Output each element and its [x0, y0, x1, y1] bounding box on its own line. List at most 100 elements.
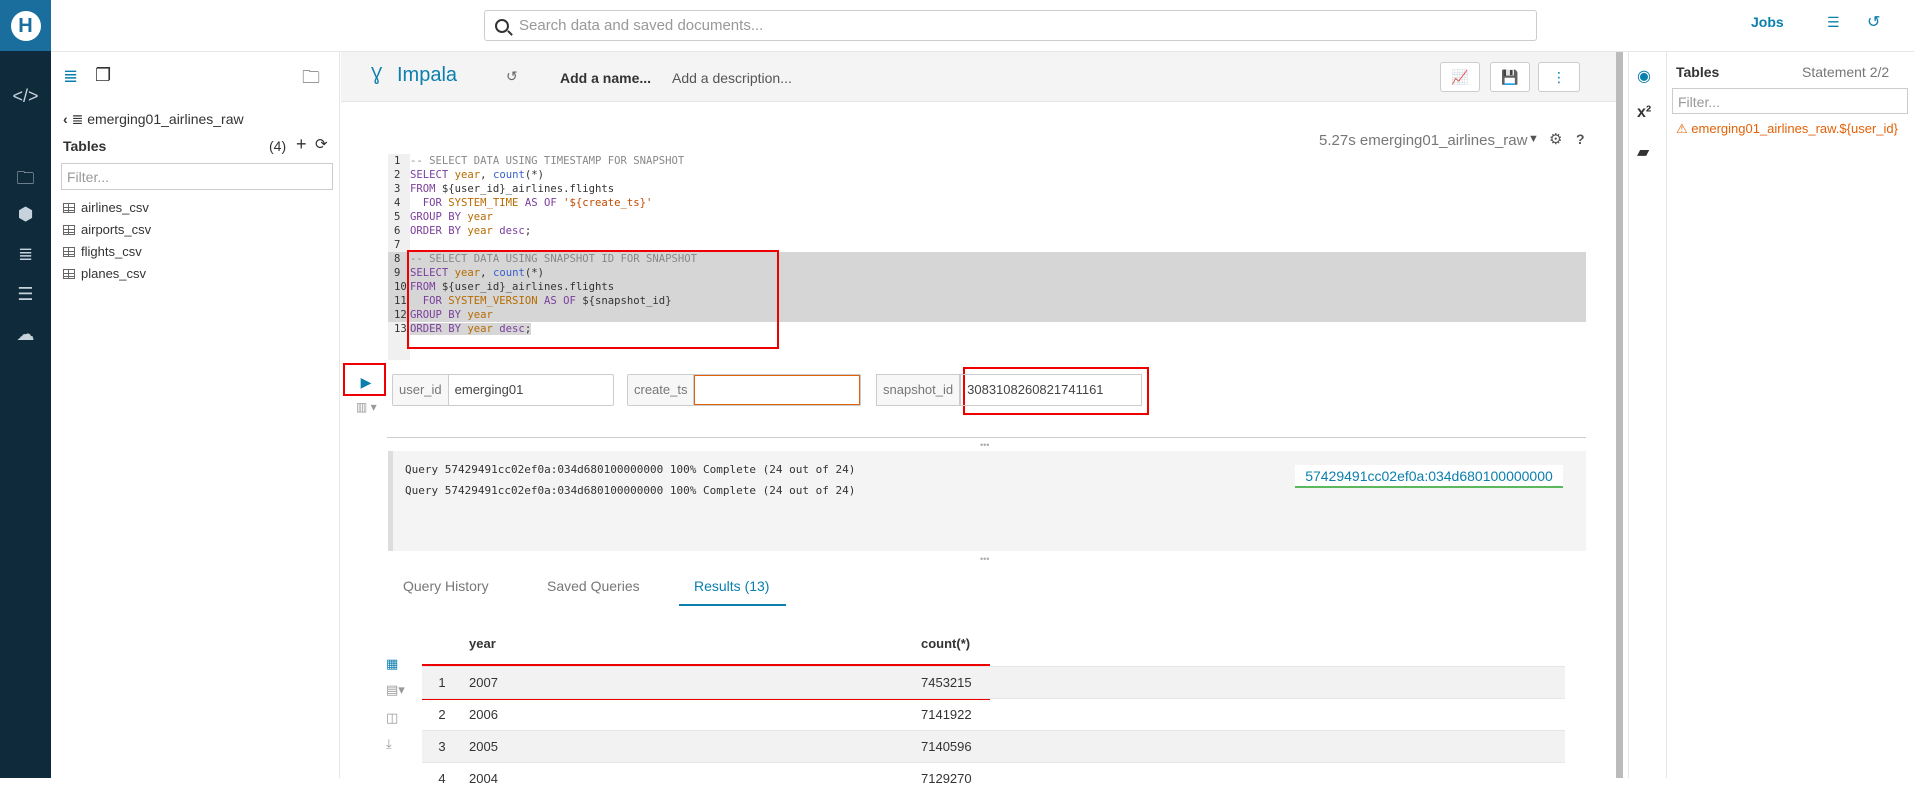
tab-saved-queries[interactable]: Saved Queries — [547, 578, 640, 594]
right-panel-filter-input[interactable]: Filter... — [1672, 88, 1908, 114]
tab-results[interactable]: Results (13) — [694, 578, 769, 594]
query-id-link[interactable]: 57429491cc02ef0a:034d680100000000 — [1295, 465, 1563, 488]
column-header[interactable]: year — [469, 636, 496, 651]
table-name: planes_csv — [81, 266, 147, 281]
highlight-box-snapshot-query — [407, 250, 779, 349]
table-row[interactable]: 1 2007 7453215 — [422, 666, 1565, 698]
search-placeholder: Search data and saved documents... — [519, 17, 764, 34]
active-tab-indicator — [679, 604, 786, 606]
chevron-left-icon[interactable]: ‹ — [63, 111, 68, 127]
warning-text: emerging01_airlines_raw.${user_id} — [1691, 121, 1898, 136]
documents-icon[interactable]: ❐ — [95, 65, 111, 86]
row-index: 4 — [438, 771, 446, 786]
tables-filter-input[interactable]: Filter... — [61, 163, 333, 190]
book-icon[interactable]: ▰ — [1637, 142, 1649, 162]
save-button[interactable]: 💾 — [1490, 62, 1530, 92]
table-item[interactable]: planes_csv — [63, 266, 146, 281]
table-item[interactable]: airlines_csv — [63, 200, 149, 215]
table-icon — [63, 202, 75, 213]
row-index: 1 — [438, 675, 446, 690]
editor-icon[interactable]: </> — [12, 86, 39, 108]
cell-count: 7453215 — [921, 675, 972, 690]
table-name: airports_csv — [81, 222, 152, 237]
code-line: 1 -- SELECT DATA USING TIMESTAMP FOR SNAP… — [394, 155, 685, 167]
hue-logo[interactable]: H — [0, 0, 51, 51]
code-line: 2 SELECT year, count(*) — [394, 169, 544, 181]
chart-button[interactable]: 📈 — [1440, 62, 1480, 92]
table-item[interactable]: airports_csv — [63, 222, 151, 237]
tables-icon[interactable]: ☰ — [12, 284, 39, 306]
row-index: 3 — [438, 739, 446, 754]
cell-count: 7129270 — [921, 771, 972, 786]
resize-handle[interactable]: ••• — [980, 440, 989, 450]
param-snapshot-id[interactable]: snapshot_id 3083108260821741161 — [876, 374, 1142, 406]
cell-year: 2004 — [469, 771, 498, 786]
refresh-icon[interactable]: ⟳ — [315, 135, 328, 153]
table-item[interactable]: flights_csv — [63, 244, 142, 259]
database-breadcrumb[interactable]: ‹ ≣ emerging01_airlines_raw — [63, 111, 244, 128]
table-row[interactable]: 2 2006 7141922 — [422, 698, 1565, 730]
more-options-button[interactable]: ⋮ — [1538, 62, 1580, 92]
param-value-input[interactable]: emerging01 — [449, 375, 613, 405]
global-search-input[interactable]: Search data and saved documents... — [484, 10, 1537, 41]
download-icon[interactable]: ⤓ — [386, 736, 392, 752]
database-icon[interactable]: ≣ — [63, 66, 78, 87]
database-icon[interactable]: ≣ — [12, 244, 39, 266]
chevron-down-icon[interactable]: ▼ — [1528, 133, 1539, 145]
top-bar: Search data and saved documents... Jobs … — [51, 0, 1914, 52]
right-panel-title: Tables — [1676, 64, 1720, 80]
database-small-icon: ≣ — [71, 111, 84, 127]
vertical-scrollbar[interactable] — [1616, 52, 1623, 778]
gear-icon[interactable]: ⚙ — [1549, 130, 1562, 148]
editor-header: Ɣ Impala ↺ Add a name... Add a descripti… — [341, 52, 1621, 102]
engine-title: Impala — [397, 64, 458, 86]
table-row[interactable]: 4 2004 7129270 — [422, 762, 1565, 794]
table-icon — [63, 224, 75, 235]
table-icon — [63, 268, 75, 279]
resize-handle[interactable]: ••• — [980, 554, 989, 564]
table-warning[interactable]: ⚠ emerging01_airlines_raw.${user_id} — [1676, 121, 1898, 137]
jobs-list-icon[interactable]: ☰ — [1827, 14, 1840, 31]
folder-icon[interactable]: 🗀 — [302, 65, 320, 95]
column-header[interactable]: count(*) — [921, 636, 970, 651]
table-name: flights_csv — [81, 244, 142, 259]
compass-icon[interactable]: ◉ — [1637, 66, 1651, 86]
add-table-icon[interactable]: + — [296, 134, 307, 155]
jobs-cubes-icon[interactable]: ⬢ — [12, 204, 39, 226]
param-create-ts[interactable]: create_ts — [627, 374, 861, 406]
row-index: 2 — [438, 707, 446, 722]
tables-heading: Tables — [63, 138, 107, 154]
grid-view-icon[interactable]: ▦ — [386, 656, 398, 672]
param-value-input[interactable]: 3083108260821741161 — [960, 374, 1142, 406]
jobs-button[interactable]: Jobs — [1751, 14, 1784, 30]
history-icon[interactable]: ↺ — [1867, 12, 1880, 32]
execution-status[interactable]: 5.27s emerging01_airlines_raw — [1319, 132, 1527, 149]
run-query-button[interactable]: ▶ — [350, 368, 382, 396]
columns-icon[interactable]: ◫ — [386, 710, 398, 726]
tab-query-history[interactable]: Query History — [403, 578, 489, 594]
code-line: 3 FROM ${user_id}_airlines.flights — [394, 183, 615, 195]
functions-icon[interactable]: x² — [1637, 104, 1651, 122]
tables-count: (4) — [269, 138, 287, 154]
snippet-options-icon[interactable]: ▥ ▾ — [356, 400, 377, 414]
query-description-field[interactable]: Add a description... — [672, 70, 792, 86]
cell-count: 7140596 — [921, 739, 972, 754]
statement-indicator: Statement 2/2 — [1802, 64, 1890, 80]
query-name-field[interactable]: Add a name... — [560, 70, 651, 86]
query-history-icon[interactable]: ↺ — [506, 68, 518, 85]
chart-view-icon[interactable]: ▤▾ — [386, 682, 405, 698]
help-icon[interactable]: ? — [1576, 131, 1585, 147]
param-label: snapshot_id — [876, 374, 961, 406]
impala-icon: Ɣ — [371, 64, 383, 84]
upload-icon[interactable]: ☁ — [12, 324, 39, 346]
param-user-id[interactable]: user_id emerging01 — [392, 374, 614, 406]
param-label: user_id — [393, 375, 449, 405]
database-name: emerging01_airlines_raw — [87, 111, 244, 127]
documents-icon[interactable]: 🗀 — [12, 166, 39, 188]
left-nav-rail: H </> 🗀 ⬢ ≣ ☰ ☁ — [0, 0, 51, 778]
table-row[interactable]: 3 2005 7140596 — [422, 730, 1565, 762]
code-line: 5 GROUP BY year — [394, 211, 493, 223]
cell-year: 2005 — [469, 739, 498, 754]
cell-count: 7141922 — [921, 707, 972, 722]
param-value-input[interactable] — [694, 375, 860, 405]
